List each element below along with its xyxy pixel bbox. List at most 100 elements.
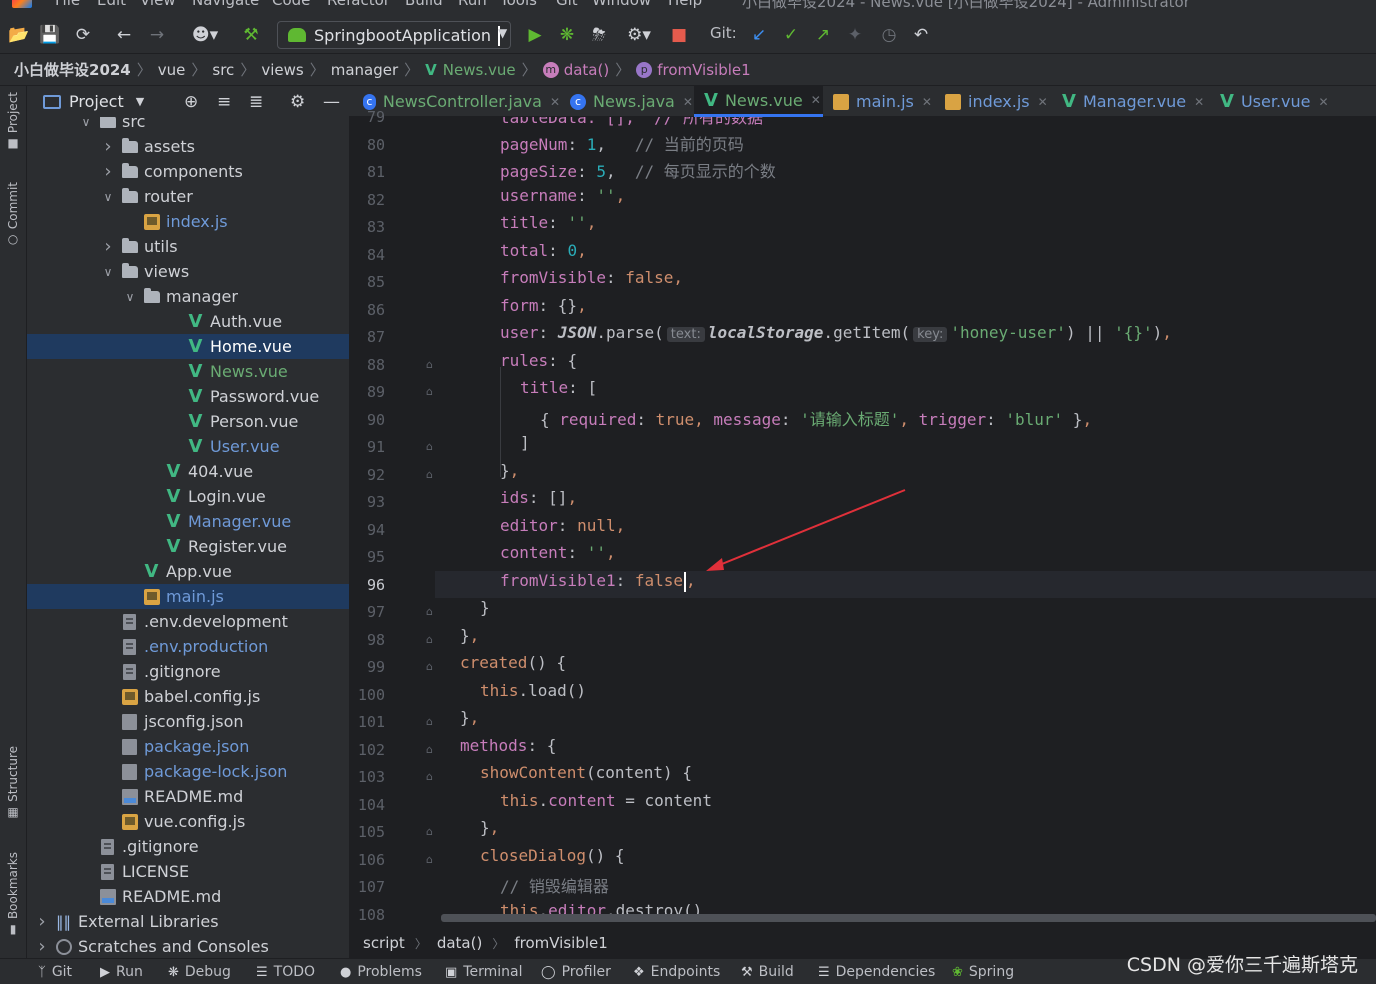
build-tool-button[interactable]: ⚒ Build: [741, 964, 794, 980]
chevron-right-icon[interactable]: ›: [35, 911, 49, 932]
crumb-manager[interactable]: manager: [331, 61, 398, 79]
chevron-right-icon[interactable]: ›: [101, 161, 115, 182]
close-icon[interactable]: ✕: [811, 93, 821, 107]
user-dropdown-icon[interactable]: ☻▾: [188, 24, 222, 46]
editor-horizontal-scrollbar[interactable]: [441, 914, 1376, 922]
tree-item[interactable]: V Password.vue: [27, 384, 349, 409]
crumb-property[interactable]: fromVisible1: [657, 61, 750, 79]
editor-tab[interactable]: index.js ✕: [935, 86, 1052, 117]
tree-item[interactable]: ∨ manager: [27, 284, 349, 309]
tree-item[interactable]: › components: [27, 159, 349, 184]
chevron-right-icon[interactable]: ›: [101, 136, 115, 157]
tree-item[interactable]: LICENSE: [27, 859, 349, 884]
collapse-all-icon[interactable]: ≣: [249, 92, 263, 112]
commit-tool-tab[interactable]: Commit ○: [3, 182, 23, 245]
crumb-script[interactable]: script: [363, 934, 405, 952]
fold-marker-icon[interactable]: ⌂: [426, 468, 433, 481]
tree-item[interactable]: ∨ router: [27, 184, 349, 209]
terminal-tool-button[interactable]: ▣ Terminal: [445, 964, 522, 980]
tree-item[interactable]: babel.config.js: [27, 684, 349, 709]
tree-item[interactable]: › ‖‖ External Libraries: [27, 909, 349, 934]
menu-code[interactable]: Code: [272, 0, 310, 9]
tree-item[interactable]: vue.config.js: [27, 809, 349, 834]
sync-icon[interactable]: ⟳: [72, 24, 94, 46]
crumb-method[interactable]: data(): [564, 61, 610, 79]
fold-marker-icon[interactable]: ⌂: [426, 605, 433, 618]
tree-item[interactable]: V Auth.vue: [27, 309, 349, 334]
tree-item[interactable]: V User.vue: [27, 434, 349, 459]
dependencies-tool-button[interactable]: ☰ Dependencies: [818, 964, 935, 980]
tree-item[interactable]: jsconfig.json: [27, 709, 349, 734]
tree-item[interactable]: .env.development: [27, 609, 349, 634]
menu-file[interactable]: File: [55, 0, 80, 9]
editor-tab[interactable]: V Manager.vue ✕: [1052, 86, 1210, 117]
fold-marker-icon[interactable]: ⌂: [426, 715, 433, 728]
chevron-right-icon[interactable]: ›: [101, 236, 115, 257]
tree-item[interactable]: package.json: [27, 734, 349, 759]
tree-item[interactable]: .gitignore: [27, 659, 349, 684]
debug-bug-icon[interactable]: ❋: [556, 24, 578, 46]
project-view-select[interactable]: Project: [69, 92, 124, 111]
rollback-icon[interactable]: ↶: [910, 24, 932, 46]
menu-window[interactable]: Window: [592, 0, 651, 9]
tree-item[interactable]: index.js: [27, 209, 349, 234]
close-icon[interactable]: ✕: [1318, 95, 1328, 109]
editor-tab[interactable]: main.js ✕: [823, 86, 935, 117]
endpoints-tool-button[interactable]: ❖ Endpoints: [633, 964, 720, 980]
git-commit-icon[interactable]: ✓: [780, 24, 802, 46]
tree-item[interactable]: V 404.vue: [27, 459, 349, 484]
editor-tab[interactable]: V User.vue ✕: [1210, 86, 1330, 117]
crumb-fromvisible1[interactable]: fromVisible1: [514, 934, 607, 952]
fold-marker-icon[interactable]: ⌂: [426, 770, 433, 783]
menu-build[interactable]: Build: [405, 0, 443, 9]
chevron-right-icon[interactable]: ›: [35, 936, 49, 957]
close-icon[interactable]: ✕: [1194, 95, 1204, 109]
fold-marker-icon[interactable]: ⌂: [426, 440, 433, 453]
close-icon[interactable]: ✕: [1038, 95, 1048, 109]
crumb-views[interactable]: views: [261, 61, 303, 79]
tree-item[interactable]: V Login.vue: [27, 484, 349, 509]
tree-item[interactable]: › assets: [27, 134, 349, 159]
menu-view[interactable]: View: [140, 0, 176, 9]
run-icon[interactable]: ▶: [524, 24, 546, 46]
editor-tab[interactable]: V News.vue ✕: [694, 86, 823, 117]
chevron-down-icon[interactable]: ▼: [136, 95, 144, 108]
menu-help[interactable]: Help: [668, 0, 702, 9]
git-push-icon[interactable]: ↗: [812, 24, 834, 46]
fold-marker-icon[interactable]: ⌂: [426, 853, 433, 866]
tree-item[interactable]: › Scratches and Consoles: [27, 934, 349, 958]
profiler-tool-button[interactable]: ◯ Profiler: [541, 964, 611, 980]
save-all-icon[interactable]: 💾: [39, 24, 61, 46]
tree-item[interactable]: .gitignore: [27, 834, 349, 859]
menu-refactor[interactable]: Refactor: [327, 0, 390, 9]
tree-item[interactable]: V Home.vue: [27, 334, 349, 359]
tree-item[interactable]: › utils: [27, 234, 349, 259]
tree-item[interactable]: main.js: [27, 584, 349, 609]
tree-item[interactable]: V Register.vue: [27, 534, 349, 559]
menu-run[interactable]: Run: [458, 0, 487, 9]
build-hammer-icon[interactable]: ⚒: [240, 24, 262, 46]
bookmarks-tool-tab[interactable]: Bookmarks ▮: [3, 852, 23, 935]
tree-item[interactable]: .env.production: [27, 634, 349, 659]
crumb-vue[interactable]: vue: [158, 61, 186, 79]
git-fetch-icon[interactable]: ✦: [844, 24, 866, 46]
structure-tool-tab[interactable]: Structure ▦: [3, 746, 23, 818]
menu-edit[interactable]: Edit: [97, 0, 126, 9]
expand-all-icon[interactable]: ≡: [217, 92, 231, 112]
settings-gear-icon[interactable]: ⚙: [290, 92, 305, 112]
hide-panel-icon[interactable]: —: [323, 92, 340, 112]
debug-tool-button[interactable]: ❋ Debug: [168, 964, 231, 980]
tree-item[interactable]: V Manager.vue: [27, 509, 349, 534]
fold-marker-icon[interactable]: ⌂: [426, 358, 433, 371]
close-icon[interactable]: ✕: [922, 95, 932, 109]
fold-marker-icon[interactable]: ⌂: [426, 385, 433, 398]
fold-marker-icon[interactable]: ⌂: [426, 633, 433, 646]
tree-item[interactable]: V News.vue: [27, 359, 349, 384]
menu-tools[interactable]: Tools: [500, 0, 537, 9]
locate-target-icon[interactable]: ⊕: [184, 92, 198, 112]
coverage-icon[interactable]: ⛈: [588, 24, 610, 46]
git-tool-button[interactable]: ᛉ Git: [38, 964, 72, 980]
menu-git[interactable]: Git: [556, 0, 578, 9]
close-icon[interactable]: ✕: [683, 95, 693, 109]
close-icon[interactable]: ✕: [550, 95, 560, 109]
